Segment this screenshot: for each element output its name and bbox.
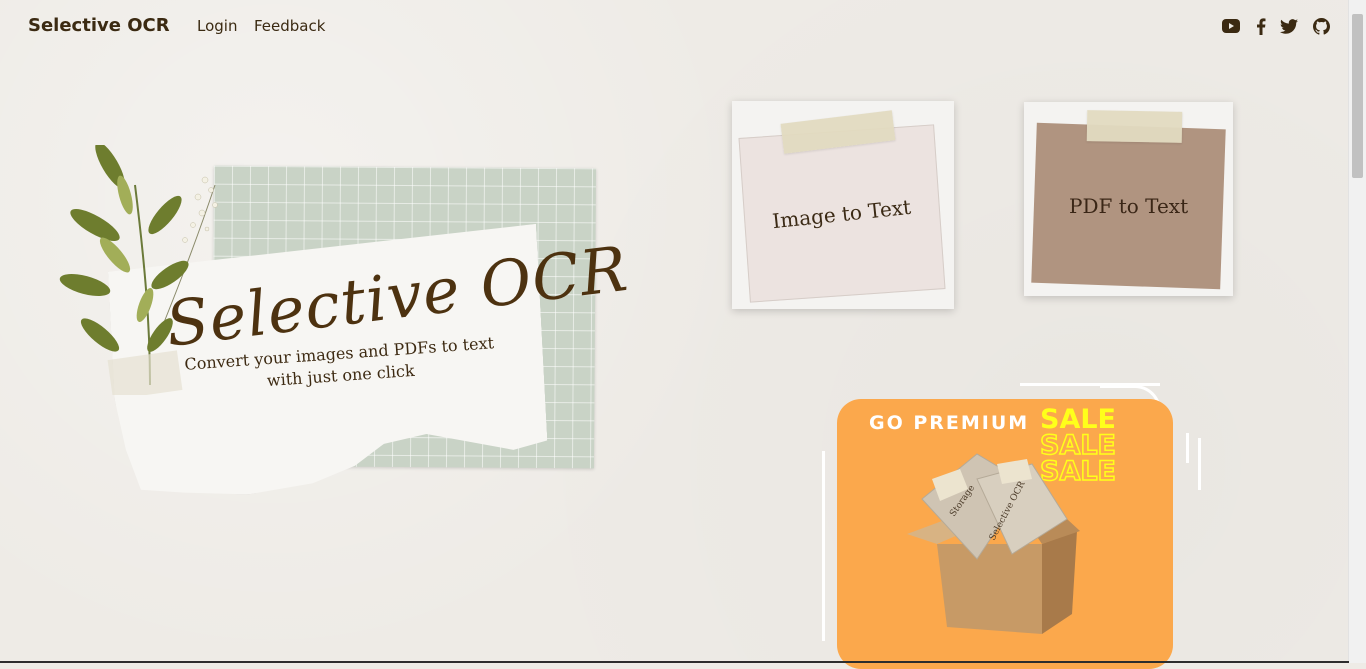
- pdf-to-text-note: PDF to Text: [1031, 122, 1226, 290]
- go-premium-banner[interactable]: GO PREMIUM SALE SALE SALE Storage Select…: [837, 399, 1173, 669]
- open-box-illustration: Storage Selective OCR: [907, 453, 1080, 634]
- vertical-scrollbar[interactable]: [1348, 0, 1366, 663]
- hero-collage: Selective OCR Convert your images and PD…: [55, 145, 632, 505]
- feedback-link[interactable]: Feedback: [254, 17, 325, 35]
- navbar: Selective OCR Login Feedback: [0, 0, 1349, 54]
- frame-line: [822, 451, 825, 641]
- frame-line: [1198, 438, 1201, 490]
- pdf-to-text-card[interactable]: PDF to Text: [1024, 102, 1233, 296]
- scrollbar-thumb[interactable]: [1352, 14, 1363, 178]
- tape-strip: [1086, 110, 1183, 143]
- twitter-icon[interactable]: [1278, 15, 1300, 37]
- login-link[interactable]: Login: [197, 17, 237, 35]
- brand-link[interactable]: Selective OCR: [28, 15, 170, 36]
- go-premium-text: GO PREMIUM: [869, 412, 1030, 434]
- github-icon[interactable]: [1310, 15, 1332, 37]
- frame-line: [1186, 433, 1189, 463]
- image-to-text-label: Image to Text: [771, 194, 913, 233]
- image-to-text-card[interactable]: Image to Text: [732, 101, 954, 309]
- pdf-to-text-label: PDF to Text: [1068, 193, 1189, 218]
- facebook-icon[interactable]: [1250, 15, 1272, 37]
- image-to-text-note: Image to Text: [738, 124, 946, 303]
- youtube-icon[interactable]: [1220, 15, 1242, 37]
- premium-promo: GO PREMIUM SALE SALE SALE Storage Select…: [820, 383, 1210, 669]
